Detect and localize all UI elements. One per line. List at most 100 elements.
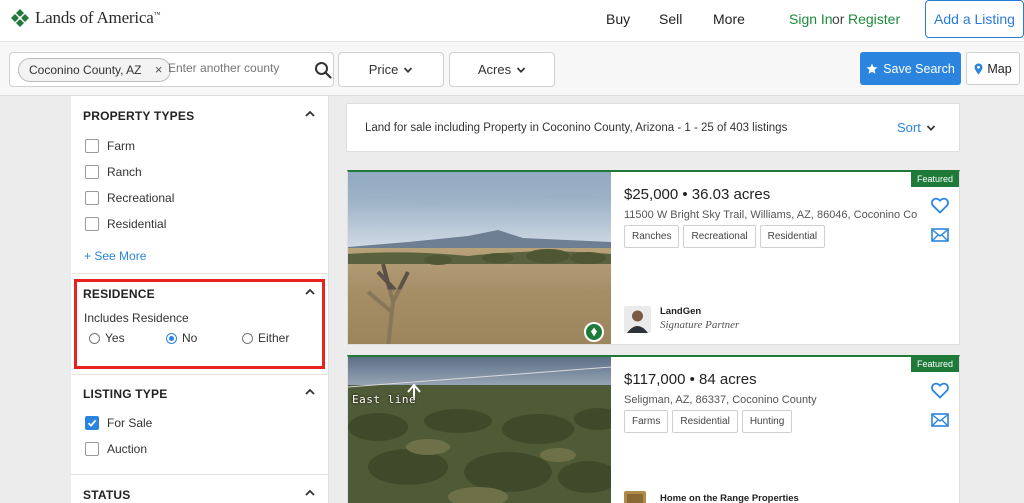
results-header: Land for sale including Property in Coco… bbox=[346, 103, 960, 152]
divider bbox=[71, 474, 329, 475]
filter-sidebar: PROPERTY TYPES Farm Ranch Recreational R… bbox=[71, 96, 329, 503]
register-link[interactable]: Register bbox=[848, 11, 900, 27]
nav-more[interactable]: More bbox=[713, 11, 745, 27]
star-icon bbox=[866, 63, 878, 74]
radio-yes[interactable]: Yes bbox=[89, 331, 125, 345]
radio-button[interactable] bbox=[166, 332, 177, 344]
close-icon[interactable]: × bbox=[155, 59, 163, 81]
county-chip-label: Coconino County, AZ bbox=[29, 63, 142, 77]
sign-in-separator: or bbox=[832, 11, 845, 27]
chevron-down-icon bbox=[404, 66, 413, 73]
checkbox-auction[interactable]: Auction bbox=[85, 442, 147, 456]
chevron-up-icon[interactable] bbox=[304, 487, 316, 499]
map-button[interactable]: Map bbox=[966, 52, 1020, 85]
radio-label: Either bbox=[258, 331, 290, 345]
mail-icon[interactable] bbox=[931, 413, 949, 427]
save-search-label: Save Search bbox=[883, 61, 955, 76]
mail-icon[interactable] bbox=[931, 228, 949, 242]
top-header: Lands of America™ Buy Sell More Sign In … bbox=[0, 0, 1024, 42]
listing-tag: Residential bbox=[672, 410, 738, 433]
listing-tag: Recreational bbox=[683, 225, 756, 248]
checkbox-label: Residential bbox=[107, 217, 167, 231]
listing-photo[interactable] bbox=[348, 357, 611, 503]
listing-tag: Farms bbox=[624, 410, 669, 433]
checkbox-label: Recreational bbox=[107, 191, 175, 205]
results-summary: Land for sale including Property in Coco… bbox=[365, 122, 788, 134]
logo-text: Lands of America™ bbox=[35, 8, 161, 27]
checkbox[interactable] bbox=[85, 139, 99, 153]
radio-either[interactable]: Either bbox=[242, 331, 289, 345]
site-logo[interactable]: Lands of America™ bbox=[10, 8, 160, 28]
agent-name[interactable]: Home on the Range Properties bbox=[660, 493, 799, 503]
search-icon[interactable] bbox=[314, 61, 332, 79]
radio-label: No bbox=[182, 331, 198, 345]
radio-button[interactable] bbox=[242, 332, 253, 344]
checkbox[interactable] bbox=[85, 442, 99, 456]
featured-badge: Featured bbox=[910, 172, 959, 187]
map-button-label: Map bbox=[987, 61, 1012, 76]
company-logo-icon bbox=[624, 491, 646, 503]
listing-tags: Ranches Recreational Residential bbox=[624, 225, 826, 248]
sort-dropdown[interactable]: Sort bbox=[897, 120, 936, 135]
checkbox-for-sale[interactable]: For Sale bbox=[85, 416, 152, 430]
listing-tag: Residential bbox=[759, 225, 826, 248]
price-dropdown[interactable]: Price bbox=[338, 52, 444, 87]
heart-icon[interactable] bbox=[931, 197, 949, 214]
listing-tags: Farms Residential Hunting bbox=[624, 410, 793, 433]
person-icon bbox=[624, 306, 651, 333]
checkmark-icon bbox=[87, 419, 97, 427]
listing-photo[interactable] bbox=[348, 172, 611, 345]
checkbox[interactable] bbox=[85, 217, 99, 231]
save-search-button[interactable]: Save Search bbox=[860, 52, 961, 85]
listing-address[interactable]: 11500 W Bright Sky Trail, Williams, AZ, … bbox=[624, 209, 924, 221]
checkbox[interactable] bbox=[85, 416, 99, 430]
nav-sell[interactable]: Sell bbox=[659, 11, 682, 27]
listing-price[interactable]: $117,000 • 84 acres bbox=[624, 371, 757, 388]
county-search-box[interactable]: Coconino County, AZ × bbox=[9, 52, 334, 87]
checkbox-ranch[interactable]: Ranch bbox=[85, 165, 142, 179]
chevron-up-icon[interactable] bbox=[304, 108, 316, 120]
radio-button[interactable] bbox=[89, 332, 100, 344]
logo-icon bbox=[11, 9, 29, 27]
price-dropdown-label: Price bbox=[368, 62, 399, 77]
chevron-up-icon[interactable] bbox=[304, 386, 316, 398]
photo-caption: East line bbox=[352, 393, 417, 406]
listing-address[interactable]: Seligman, AZ, 86337, Coconino County bbox=[624, 394, 924, 406]
checkbox-farm[interactable]: Farm bbox=[85, 139, 135, 153]
acres-dropdown[interactable]: Acres bbox=[449, 52, 555, 87]
property-types-title: PROPERTY TYPES bbox=[83, 109, 195, 123]
heart-icon[interactable] bbox=[931, 382, 949, 399]
checkbox[interactable] bbox=[85, 165, 99, 179]
county-search-input[interactable] bbox=[168, 61, 298, 75]
add-listing-button[interactable]: Add a Listing bbox=[925, 0, 1024, 38]
agent-avatar[interactable] bbox=[624, 306, 651, 333]
pin-icon bbox=[591, 327, 597, 337]
radio-label: Yes bbox=[105, 331, 125, 345]
nav-buy[interactable]: Buy bbox=[606, 11, 630, 27]
includes-residence-label: Includes Residence bbox=[84, 311, 189, 325]
featured-badge: Featured bbox=[910, 357, 959, 372]
listing-type-title: LISTING TYPE bbox=[83, 387, 168, 401]
checkbox-residential[interactable]: Residential bbox=[85, 217, 166, 231]
residence-title: RESIDENCE bbox=[83, 287, 155, 301]
agent-logo[interactable] bbox=[624, 491, 646, 503]
listing-price[interactable]: $25,000 • 36.03 acres bbox=[624, 186, 770, 203]
map-pin-icon bbox=[974, 63, 983, 74]
sort-label: Sort bbox=[897, 120, 921, 135]
radio-no[interactable]: No bbox=[166, 331, 197, 345]
listing-card[interactable]: Featured $25,000 • 36.03 acres 11500 W B… bbox=[347, 170, 960, 345]
checkbox-recreational[interactable]: Recreational bbox=[85, 191, 174, 205]
chevron-up-icon[interactable] bbox=[304, 286, 316, 298]
location-pin-badge[interactable] bbox=[584, 322, 604, 342]
see-more-link[interactable]: + See More bbox=[84, 249, 146, 263]
listing-tag: Hunting bbox=[741, 410, 793, 433]
listing-card[interactable]: East line Featured $117,000 • 84 acres S… bbox=[347, 355, 960, 503]
status-title: STATUS bbox=[83, 488, 131, 502]
checkbox[interactable] bbox=[85, 191, 99, 205]
checkbox-label: For Sale bbox=[107, 416, 153, 430]
county-chip[interactable]: Coconino County, AZ × bbox=[18, 58, 171, 82]
checkbox-label: Auction bbox=[107, 442, 148, 456]
agent-name[interactable]: LandGen bbox=[660, 306, 701, 317]
chevron-down-icon bbox=[926, 124, 935, 131]
sign-in-link[interactable]: Sign In bbox=[789, 11, 833, 27]
